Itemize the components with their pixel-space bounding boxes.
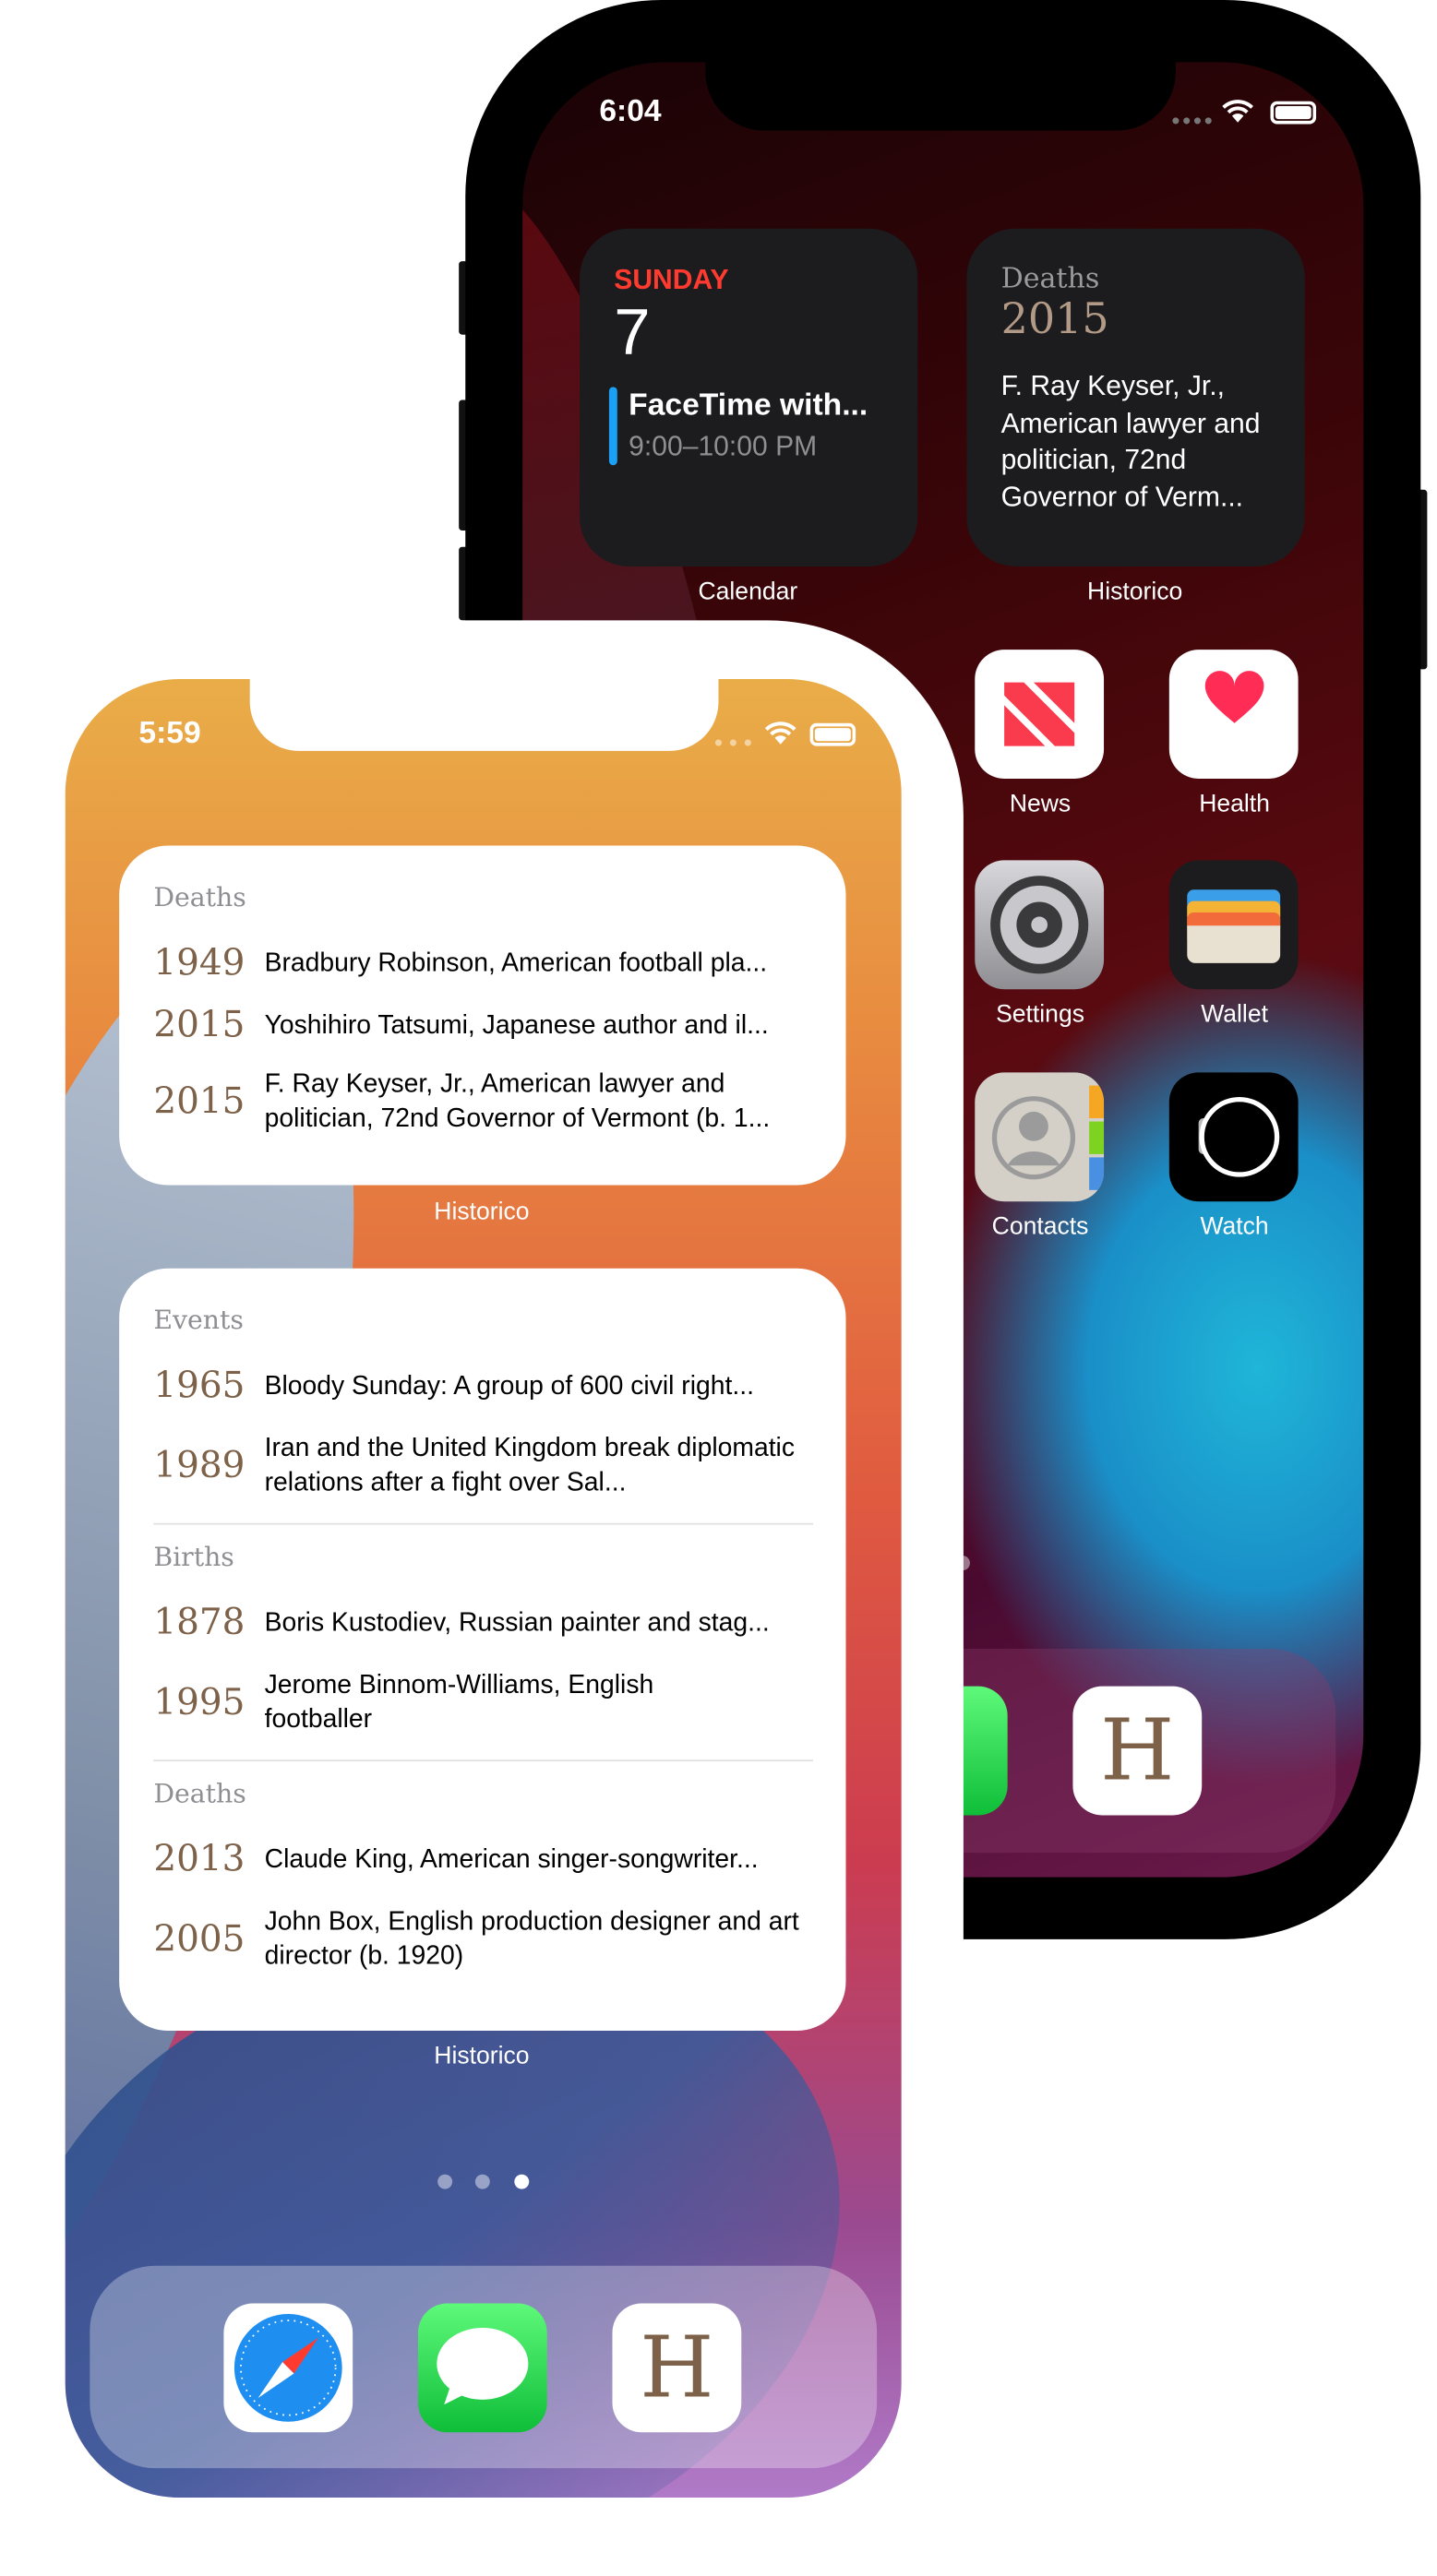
item-year: 2015 (153, 1081, 245, 1123)
list-item[interactable]: 2015 Yoshihiro Tatsumi, Japanese author a… (153, 1002, 813, 1048)
signal-icon (714, 739, 751, 746)
wifi-icon (1222, 100, 1253, 123)
item-year: 2013 (153, 1839, 245, 1880)
calendar-widget-label: Calendar (698, 578, 798, 606)
divider (153, 1759, 814, 1762)
news-icon (1004, 682, 1075, 746)
calendar-date: 7 (614, 297, 651, 369)
status-time: 6:04 (599, 94, 662, 129)
historico-icon: H (640, 2319, 714, 2417)
health-icon (1204, 671, 1264, 723)
item-text: Yoshihiro Tatsumi, Japanese author and i… (264, 1011, 769, 1040)
watch-label: Watch (1200, 1212, 1269, 1241)
wallet-icon (1187, 889, 1281, 963)
item-year: 1989 (153, 1445, 245, 1486)
wallet-label: Wallet (1201, 1000, 1268, 1029)
safari-icon (234, 2313, 342, 2422)
list-item[interactable]: 1989 Iran and the United Kingdom break di… (153, 1430, 813, 1502)
historico-icon: H (1100, 1701, 1175, 1800)
historico-small-widget[interactable]: Deaths 2015 F. Ray Keyser, Jr., American… (966, 228, 1305, 566)
contacts-icon (991, 1085, 1105, 1190)
item-text: Bloody Sunday: A group of 600 civil righ… (264, 1372, 754, 1401)
item-text: Jerome Binnom-Williams, English football… (264, 1671, 654, 1734)
item-text: Boris Kustodiev, Russian painter and sta… (264, 1608, 770, 1637)
item-year: 2015 (153, 1005, 245, 1046)
historico-app[interactable]: H (1072, 1686, 1203, 1816)
divider (153, 1522, 814, 1525)
page-dot[interactable] (437, 2174, 453, 2189)
page-dot-active[interactable] (514, 2174, 530, 2189)
page-dot[interactable] (474, 2174, 490, 2189)
item-year: 1965 (153, 1366, 245, 1407)
event-color-bar (608, 387, 617, 466)
event-title: FaceTime with... (629, 388, 868, 423)
section-title: Births (153, 1541, 234, 1572)
widget-text: F. Ray Keyser, Jr., American lawyer and … (1000, 370, 1261, 512)
section-title: Deaths (153, 881, 246, 913)
status-time: 5:59 (138, 716, 201, 751)
calendar-widget[interactable]: SUNDAY 7 FaceTime with... 9:00–10:00 PM (580, 228, 918, 566)
watch-icon (1198, 1096, 1280, 1177)
battery-icon (809, 722, 856, 746)
widget-year: 2015 (1000, 295, 1109, 345)
settings-app[interactable] (975, 860, 1105, 990)
watch-app[interactable] (1168, 1072, 1299, 1202)
item-year: 1949 (153, 942, 245, 984)
item-year: 1878 (153, 1602, 245, 1643)
item-year: 2005 (153, 1918, 245, 1961)
historico-app[interactable]: H (612, 2303, 742, 2433)
messages-icon (437, 2328, 529, 2405)
widget-category: Deaths (1000, 262, 1100, 296)
event-time: 9:00–10:00 PM (629, 431, 818, 462)
item-text: John Box, English production designer an… (264, 1908, 799, 1971)
list-item[interactable]: 2015 F. Ray Keyser, Jr., American lawyer … (153, 1066, 813, 1138)
list-item[interactable]: 1949 Bradbury Robinson, American football… (153, 940, 813, 986)
safari-app[interactable] (223, 2303, 353, 2433)
health-label: Health (1199, 790, 1270, 818)
widget-label: Historico (434, 2042, 530, 2070)
list-item[interactable]: 2005 John Box, English production designe… (153, 1903, 813, 1975)
section-title: Events (153, 1304, 244, 1336)
item-year: 1995 (153, 1682, 245, 1723)
section-title: Deaths (153, 1777, 246, 1809)
item-text: F. Ray Keyser, Jr., American lawyer and … (264, 1070, 771, 1133)
signal-icon (1172, 117, 1212, 125)
list-item[interactable]: 1878 Boris Kustodiev, Russian painter and… (153, 1600, 813, 1646)
settings-icon (990, 876, 1089, 974)
wallet-app[interactable] (1168, 860, 1299, 990)
historico-widget-label: Historico (1087, 578, 1183, 606)
contacts-app[interactable] (975, 1072, 1105, 1202)
messages-app[interactable] (417, 2303, 547, 2433)
health-app[interactable] (1168, 650, 1299, 779)
list-item[interactable]: 2013 Claude King, American singer-songwri… (153, 1836, 813, 1882)
widget-label: Historico (434, 1198, 530, 1226)
item-text: Iran and the United Kingdom break diplom… (264, 1435, 796, 1497)
news-app[interactable] (975, 650, 1105, 779)
calendar-day: SUNDAY (614, 264, 729, 296)
battery-icon (1270, 101, 1317, 125)
list-item[interactable]: 1995 Jerome Binnom-Williams, English foot… (153, 1666, 813, 1738)
list-item[interactable]: 1965 Bloody Sunday: A group of 600 civil … (153, 1363, 813, 1409)
wifi-icon (764, 722, 796, 745)
item-text: Bradbury Robinson, American football pla… (264, 948, 768, 977)
item-text: Claude King, American singer-songwriter.… (264, 1845, 759, 1874)
